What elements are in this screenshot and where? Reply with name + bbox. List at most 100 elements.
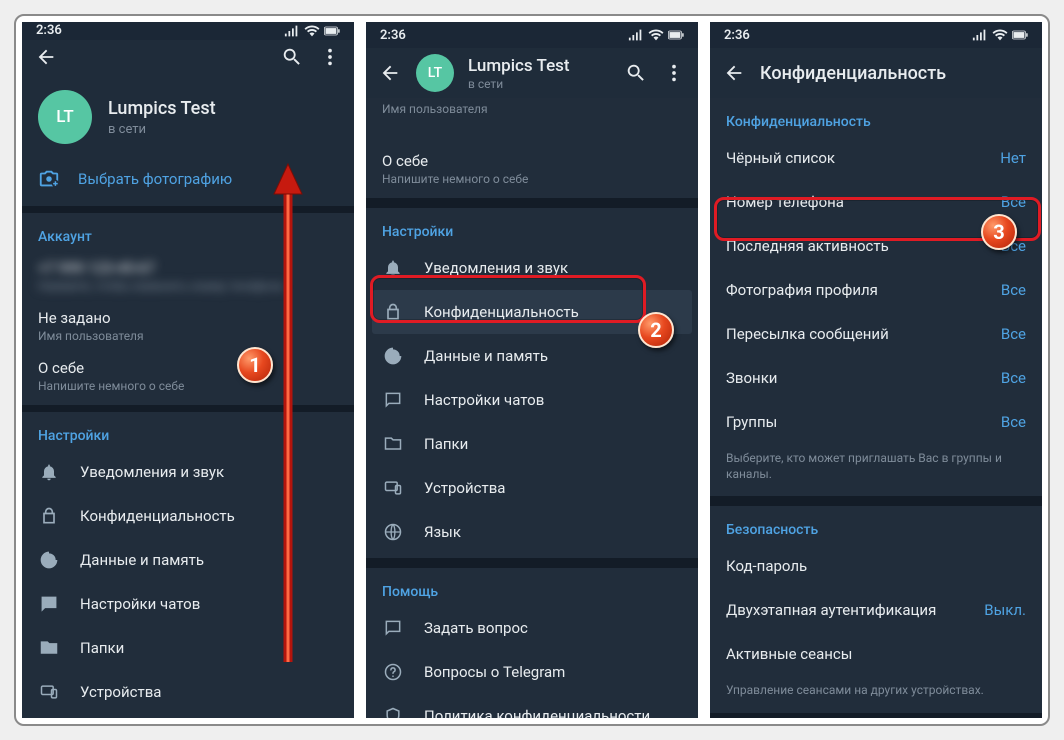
row-chats[interactable]: Настройки чатов	[366, 378, 698, 422]
lock-icon	[383, 302, 403, 322]
section-header-settings: Настройки	[22, 420, 354, 450]
row-username[interactable]: Не задано Имя пользователя	[22, 301, 354, 351]
shield-icon	[383, 706, 403, 718]
devices-icon	[39, 682, 59, 702]
search-button[interactable]	[624, 61, 648, 85]
avatar[interactable]: LT	[416, 54, 454, 92]
arrow-left-icon	[379, 62, 401, 84]
topbar: LT Lumpics Test в сети	[366, 48, 698, 98]
wifi-icon	[992, 29, 1008, 41]
battery-icon	[1012, 29, 1028, 41]
section-security: Безопасность Код-пароль Двухэтапная ауте…	[710, 506, 1042, 712]
signal-icon	[628, 29, 644, 41]
folder-icon	[39, 638, 59, 658]
pie-icon	[383, 346, 403, 366]
section-header-settings: Настройки	[366, 216, 698, 246]
row-last-seen[interactable]: Последняя активность Все	[710, 224, 1042, 268]
row-calls[interactable]: Звонки Все	[710, 356, 1042, 400]
section-help: Помощь Задать вопрос Вопросы о Telegram …	[366, 568, 698, 718]
row-groups[interactable]: Группы Все	[710, 400, 1042, 444]
help-icon	[383, 662, 403, 682]
search-button[interactable]	[280, 45, 304, 69]
status-time: 2:36	[724, 28, 750, 43]
row-blacklist[interactable]: Чёрный список Нет	[710, 136, 1042, 180]
more-vert-icon	[663, 62, 685, 84]
section-account: Аккаунт +7 999 123-45-67 Нажмите, чтобы …	[22, 213, 354, 405]
row-bio[interactable]: О себе Напишите немного о себе	[366, 144, 698, 194]
statusbar: 2:36	[366, 22, 698, 48]
privacy-hint: Выберите, кто может приглашать Вас в гру…	[710, 444, 1042, 492]
status-icons	[972, 29, 1028, 41]
screen-1-settings-profile: 2:36 LT Lumpics Test в сети	[22, 22, 354, 718]
row-privacy[interactable]: Конфиденциальность	[372, 290, 692, 334]
row-phone-number[interactable]: Номер телефона Все	[710, 180, 1042, 224]
wifi-icon	[304, 25, 320, 37]
arrow-left-icon	[723, 62, 745, 84]
header-name: Lumpics Test	[468, 56, 610, 76]
security-hint: Управление сеансами на других устройства…	[710, 676, 1042, 708]
back-button[interactable]	[378, 61, 402, 85]
row-notifications[interactable]: Уведомления и звук	[22, 450, 354, 494]
row-ask[interactable]: Задать вопрос	[366, 606, 698, 650]
avatar[interactable]: LT	[38, 90, 92, 144]
choose-photo-label: Выбрать фотографию	[78, 170, 232, 188]
page-title: Конфиденциальность	[760, 63, 946, 84]
screen-2-settings-scrolled: 2:36 LT Lumpics Test в сети	[366, 22, 698, 718]
more-button[interactable]	[318, 45, 342, 69]
camera-icon	[38, 168, 60, 190]
globe-icon	[383, 522, 403, 542]
section-header-privacy: Конфиденциальность	[710, 106, 1042, 136]
profile-name: Lumpics Test	[108, 98, 216, 119]
row-data[interactable]: Данные и память	[366, 334, 698, 378]
arrow-left-icon	[35, 46, 57, 68]
section-header-help: Помощь	[366, 576, 698, 606]
status-icons	[284, 25, 340, 37]
row-folders[interactable]: Папки	[366, 422, 698, 466]
bell-icon	[383, 258, 403, 278]
row-two-step[interactable]: Двухэтапная аутентификация Выкл.	[710, 588, 1042, 632]
row-devices[interactable]: Устройства	[22, 670, 354, 714]
row-privacy[interactable]: Конфиденциальность	[22, 494, 354, 538]
back-button[interactable]	[34, 45, 58, 69]
header-status: в сети	[468, 77, 610, 91]
statusbar: 2:36	[22, 22, 354, 40]
row-username[interactable]: Имя пользователя	[366, 100, 698, 144]
profile-status: в сети	[108, 122, 216, 137]
topbar	[22, 40, 354, 74]
more-button[interactable]	[662, 61, 686, 85]
choose-photo-button[interactable]: Выбрать фотографию	[22, 156, 354, 206]
statusbar: 2:36	[710, 22, 1042, 48]
status-icons	[628, 29, 684, 41]
back-button[interactable]	[722, 61, 746, 85]
row-language[interactable]: Язык	[366, 510, 698, 554]
row-data[interactable]: Данные и память	[22, 538, 354, 582]
row-devices[interactable]: Устройства	[366, 466, 698, 510]
lock-icon	[39, 506, 59, 526]
row-policy[interactable]: Политика конфиденциальности	[366, 694, 698, 718]
row-sessions[interactable]: Активные сеансы	[710, 632, 1042, 676]
search-icon	[625, 62, 647, 84]
row-bio[interactable]: О себе Напишите немного о себе	[22, 351, 354, 401]
signal-icon	[972, 29, 988, 41]
row-passcode[interactable]: Код-пароль	[710, 544, 1042, 588]
row-forwards[interactable]: Пересылка сообщений Все	[710, 312, 1042, 356]
battery-icon	[668, 29, 684, 41]
row-profile-photo[interactable]: Фотография профиля Все	[710, 268, 1042, 312]
row-phone[interactable]: +7 999 123-45-67 Нажмите, чтобы изменить…	[22, 251, 354, 301]
screen-3-privacy: 2:36 Конфиденциальность Конфиденциальнос…	[710, 22, 1042, 718]
battery-icon	[324, 25, 340, 37]
more-vert-icon	[319, 46, 341, 68]
topbar: Конфиденциальность	[710, 48, 1042, 98]
chat-icon	[383, 390, 403, 410]
row-faq[interactable]: Вопросы о Telegram	[366, 650, 698, 694]
section-settings: Настройки Уведомления и звук Конфиденциа…	[22, 412, 354, 718]
wifi-icon	[648, 29, 664, 41]
search-icon	[281, 46, 303, 68]
folder-icon	[383, 434, 403, 454]
profile-header: LT Lumpics Test в сети	[22, 74, 354, 156]
section-account-tail: Имя пользователя О себе Напишите немного…	[366, 98, 698, 198]
row-folders[interactable]: Папки	[22, 626, 354, 670]
row-chats[interactable]: Настройки чатов	[22, 582, 354, 626]
row-notifications[interactable]: Уведомления и звук	[366, 246, 698, 290]
section-privacy: Конфиденциальность Чёрный список Нет Ном…	[710, 98, 1042, 496]
